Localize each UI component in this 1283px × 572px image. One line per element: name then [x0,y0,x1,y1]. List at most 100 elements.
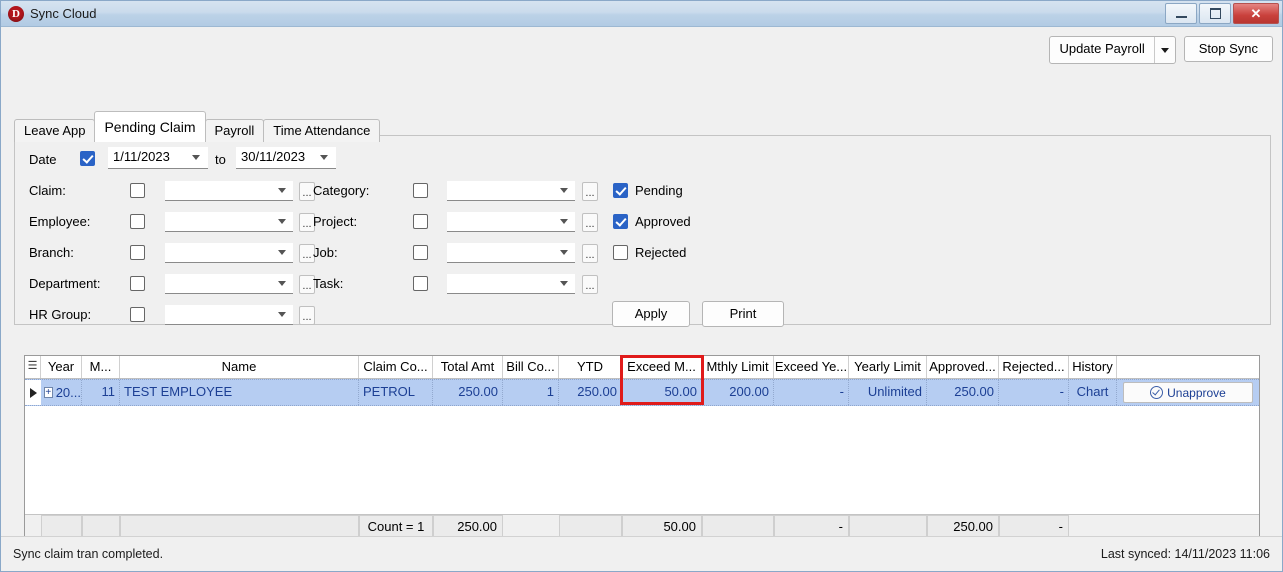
approved-checkbox[interactable] [613,214,628,229]
update-payroll-split-button[interactable]: Update Payroll [1049,36,1176,64]
hr-group-label: HR Group: [29,307,92,322]
claim-checkbox[interactable] [130,183,145,198]
window-title: Sync Cloud [30,6,97,21]
column-header-history[interactable]: History [1069,356,1117,378]
column-header-rejected[interactable]: Rejected... [999,356,1069,378]
column-header-action[interactable] [1117,356,1259,378]
unapprove-button[interactable]: Unapprove [1123,382,1253,403]
column-header-month[interactable]: M... [82,356,120,378]
task-checkbox[interactable] [413,276,428,291]
date-from-input[interactable]: 1/11/2023 [108,147,208,169]
column-header-year[interactable]: Year [41,356,82,378]
branch-checkbox[interactable] [130,245,145,260]
column-header-exceed-yearly[interactable]: Exceed Ye... [774,356,849,378]
chevron-down-icon [560,281,568,286]
table-row[interactable]: + 20... 11 TEST EMPLOYEE PETROL 250.00 1… [25,379,1259,406]
grid-select-all-icon[interactable]: ☰ [25,356,41,378]
chevron-down-icon [560,188,568,193]
cell-approved: 250.00 [927,380,999,405]
title-bar: D Sync Cloud ✕ [1,1,1282,27]
maximize-icon [1209,8,1221,19]
employee-combobox[interactable] [165,212,293,232]
tab-leave-app[interactable]: Leave App [14,119,96,142]
column-header-total-amt[interactable]: Total Amt [433,356,503,378]
column-header-yearly-limit[interactable]: Yearly Limit [849,356,927,378]
tab-pending-claim[interactable]: Pending Claim [94,111,206,142]
chevron-down-icon [278,312,286,317]
last-synced-label: Last synced: 14/11/2023 11:06 [1100,547,1270,561]
tab-strip: Leave App Pending Claim Payroll Time Att… [14,111,381,142]
project-browse-button[interactable]: ... [582,213,598,232]
branch-combobox[interactable] [165,243,293,263]
date-to-value: 30/11/2023 [241,149,306,164]
tab-time-attendance[interactable]: Time Attendance [263,119,381,142]
status-bar: Sync claim tran completed. Last synced: … [1,536,1282,571]
department-checkbox[interactable] [130,276,145,291]
print-button[interactable]: Print [702,301,784,327]
hr-group-checkbox[interactable] [130,307,145,322]
window-controls: ✕ [1165,3,1279,24]
minimize-icon [1175,16,1187,18]
claims-data-grid: ☰ Year M... Name Claim Co... Total Amt B… [24,355,1260,541]
claim-label: Claim: [29,183,66,198]
cell-year: 20... [55,384,81,400]
app-logo-icon: D [8,5,24,22]
update-payroll-dropdown-button[interactable] [1153,37,1175,63]
column-header-ytd[interactable]: YTD [559,356,622,378]
employee-checkbox[interactable] [130,214,145,229]
job-label: Job: [313,245,338,260]
cell-action: Unapprove [1117,380,1259,405]
stop-sync-button[interactable]: Stop Sync [1183,36,1273,62]
cell-month: 11 [82,380,120,405]
column-header-mthly-limit[interactable]: Mthly Limit [702,356,774,378]
column-header-name[interactable]: Name [120,356,359,378]
update-payroll-label: Update Payroll [1059,41,1145,56]
task-label: Task: [313,276,344,291]
hr-group-browse-button[interactable]: ... [299,306,315,325]
job-checkbox[interactable] [413,245,428,260]
chevron-down-icon [320,155,328,160]
cell-claim-code: PETROL [359,380,433,405]
chevron-down-icon [278,188,286,193]
column-header-approved[interactable]: Approved... [927,356,999,378]
task-browse-button[interactable]: ... [582,275,598,294]
department-label: Department: [29,276,101,291]
category-browse-button[interactable]: ... [582,182,598,201]
cell-name: TEST EMPLOYEE [120,380,359,405]
status-pending-row[interactable]: Pending [613,183,683,198]
cell-yearly-limit: Unlimited [849,380,927,405]
close-button[interactable]: ✕ [1233,3,1279,24]
cell-history-chart-link[interactable]: Chart [1069,380,1117,405]
job-combobox[interactable] [447,243,575,263]
rejected-checkbox[interactable] [613,245,628,260]
department-combobox[interactable] [165,274,293,294]
category-combobox[interactable] [447,181,575,201]
date-to-input[interactable]: 30/11/2023 [236,147,336,169]
status-rejected-row[interactable]: Rejected [613,245,686,260]
cell-ytd: 250.00 [559,380,622,405]
expand-plus-icon[interactable]: + [44,387,53,398]
tab-payroll[interactable]: Payroll [204,119,265,142]
date-checkbox[interactable] [80,151,95,166]
column-header-bill-count[interactable]: Bill Co... [503,356,559,378]
maximize-button[interactable] [1199,3,1231,24]
row-expander-cell[interactable]: + 20... [41,380,82,405]
date-label: Date [29,152,57,167]
project-checkbox[interactable] [413,214,428,229]
task-combobox[interactable] [447,274,575,294]
column-header-claim-code[interactable]: Claim Co... [359,356,433,378]
claim-combobox[interactable] [165,181,293,201]
apply-button[interactable]: Apply [612,301,690,327]
minimize-button[interactable] [1165,3,1197,24]
check-circle-icon [1150,386,1164,399]
status-approved-row[interactable]: Approved [613,214,691,229]
job-browse-button[interactable]: ... [582,244,598,263]
column-header-exceed-mthly[interactable]: Exceed M... [622,356,702,378]
approved-label: Approved [635,214,691,229]
project-combobox[interactable] [447,212,575,232]
hr-group-combobox[interactable] [165,305,293,325]
pending-checkbox[interactable] [613,183,628,198]
client-area: Update Payroll Stop Sync Leave App Pendi… [1,27,1282,541]
cell-total-amt: 250.00 [433,380,503,405]
category-checkbox[interactable] [413,183,428,198]
